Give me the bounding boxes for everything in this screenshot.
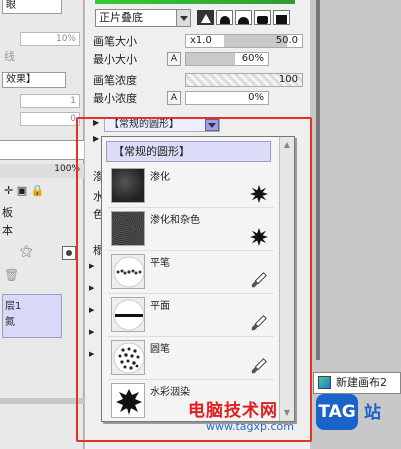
lock-icon[interactable]: 🔒 <box>31 184 45 197</box>
min-density-value: 0% <box>248 92 264 103</box>
layer-sub: 氮 <box>5 317 15 328</box>
expand-arrow-icon-2[interactable]: ▶ <box>93 134 99 143</box>
min-density-label: 最小浓度 <box>93 92 137 105</box>
spiky-star-icon <box>250 228 268 246</box>
popup-header[interactable]: 【常规的圆形】 <box>106 141 271 162</box>
watermark-url: www.tagxp.com <box>206 420 294 433</box>
popup-scrollbar[interactable]: ▲ ▼ <box>279 137 294 421</box>
expand-arrow-icon-6[interactable]: ▶ <box>89 328 97 336</box>
blend-mode-select[interactable]: 正片叠底 <box>95 9 191 27</box>
left-top-select[interactable]: 眼 <box>2 0 62 14</box>
density-slider[interactable]: 100 <box>185 73 303 87</box>
left-panel: 眼 线 10% 效果】 1 0 100% ✛ ▣ 🔒 板 本 ⚝ 🗑 层1 氮 <box>0 0 84 449</box>
thumb-watercolor-blot <box>111 383 145 418</box>
size-value: 50.0 <box>275 35 298 46</box>
canvas-tab-label: 新建画布2 <box>336 376 387 389</box>
item-name: 渗化和杂色 <box>150 215 200 226</box>
thumb-dark-grain <box>111 211 145 246</box>
texture-dropdown-button[interactable] <box>205 119 219 131</box>
scroll-down-icon[interactable]: ▼ <box>282 408 292 418</box>
expand-arrow-icon[interactable]: ▶ <box>93 118 99 127</box>
shape-square-icon[interactable] <box>273 10 290 25</box>
canvas-tab[interactable]: 新建画布2 <box>313 372 401 394</box>
vector-icon[interactable]: ⚝ <box>20 244 33 259</box>
left-num1-field[interactable]: 1 <box>20 94 80 108</box>
texture-select[interactable]: 【常规的圆形】 <box>104 117 220 132</box>
list-item[interactable]: 圆笔 <box>108 337 274 380</box>
trash-icon[interactable]: 🗑 <box>4 268 19 282</box>
pressure-icon[interactable]: A <box>167 52 181 66</box>
side-arrows: ▶ ▶ ▶ ▶ ▶ <box>89 262 97 372</box>
shape-dome-icon[interactable] <box>235 10 252 25</box>
item-name: 水彩洇染 <box>150 387 190 398</box>
shape-round-rect-icon[interactable] <box>254 10 271 25</box>
watermark-suffix: 站 <box>364 403 381 423</box>
watermark-tag-logo: TAG <box>316 394 358 430</box>
left-text2: 本 <box>2 224 13 237</box>
brush-icon <box>251 272 267 288</box>
left-bar <box>0 140 84 160</box>
expand-arrow-icon-4[interactable]: ▶ <box>89 284 97 292</box>
min-size-value: 60% <box>241 53 264 64</box>
chevron-down-icon <box>176 10 190 26</box>
thumb-flat-brush-dots <box>111 254 145 289</box>
expand-arrow-icon-7[interactable]: ▶ <box>89 350 97 358</box>
spiky-star-icon <box>250 185 268 203</box>
shape-bell-icon[interactable] <box>216 10 233 25</box>
left-text1: 板 <box>2 206 13 219</box>
left-tool-icons: ✛ ▣ 🔒 <box>4 184 45 197</box>
item-name: 平笔 <box>150 258 170 269</box>
canvas-icon <box>318 376 331 389</box>
scroll-up-icon[interactable]: ▲ <box>282 140 292 150</box>
thumb-dark-noise <box>111 168 145 203</box>
density-label: 画笔浓度 <box>93 74 137 87</box>
size-slider[interactable]: x1.0 50.0 <box>185 34 303 48</box>
thumb-flat-line <box>111 297 145 332</box>
list-item[interactable]: 渗化 <box>108 165 274 208</box>
layer-name: 层1 <box>5 301 22 312</box>
left-num2-field[interactable]: 0 <box>20 112 80 126</box>
item-name: 圆笔 <box>150 344 170 355</box>
pressure-icon-2[interactable]: A <box>167 91 181 105</box>
thumb-round-dots <box>111 340 145 375</box>
list-item[interactable]: 平面 <box>108 294 274 337</box>
density-value: 100 <box>278 74 298 85</box>
layer-item[interactable]: 层1 氮 <box>2 294 62 338</box>
min-size-slider[interactable]: 60% <box>185 52 269 66</box>
left-effect-select[interactable]: 效果】 <box>2 72 66 88</box>
brush-icon <box>251 315 267 331</box>
left-pct-field[interactable]: 10% <box>20 32 80 46</box>
watermark-title: 电脑技术网 <box>188 401 278 421</box>
expand-arrow-icon-3[interactable]: ▶ <box>89 262 97 270</box>
size-mult: x1.0 <box>190 35 212 46</box>
list-item[interactable]: 平笔 <box>108 251 274 294</box>
texture-popup: 【常规的圆形】 ▲ ▼ 渗化 渗化和杂色 平笔 平面 圆笔 水彩洇染 <box>101 136 295 422</box>
color-bar <box>95 0 295 4</box>
left-scrollbar[interactable] <box>0 398 84 404</box>
min-density-slider[interactable]: 0% <box>185 91 269 105</box>
expand-arrow-icon-5[interactable]: ▶ <box>89 306 97 314</box>
min-size-fill <box>186 53 236 65</box>
brush-icon <box>251 358 267 374</box>
left-pct-label: 100% <box>0 164 84 178</box>
min-size-label: 最小大小 <box>93 53 137 66</box>
left-label-line: 线 <box>4 50 15 63</box>
shape-triangle-icon[interactable] <box>197 10 214 25</box>
list-item[interactable]: 渗化和杂色 <box>108 208 274 251</box>
item-name: 渗化 <box>150 172 170 183</box>
chevron-down-icon <box>208 122 216 128</box>
item-name: 平面 <box>150 301 170 312</box>
copy-icon[interactable]: ▣ <box>17 184 27 197</box>
size-label: 画笔大小 <box>93 35 137 48</box>
mask-icon[interactable] <box>62 246 76 260</box>
